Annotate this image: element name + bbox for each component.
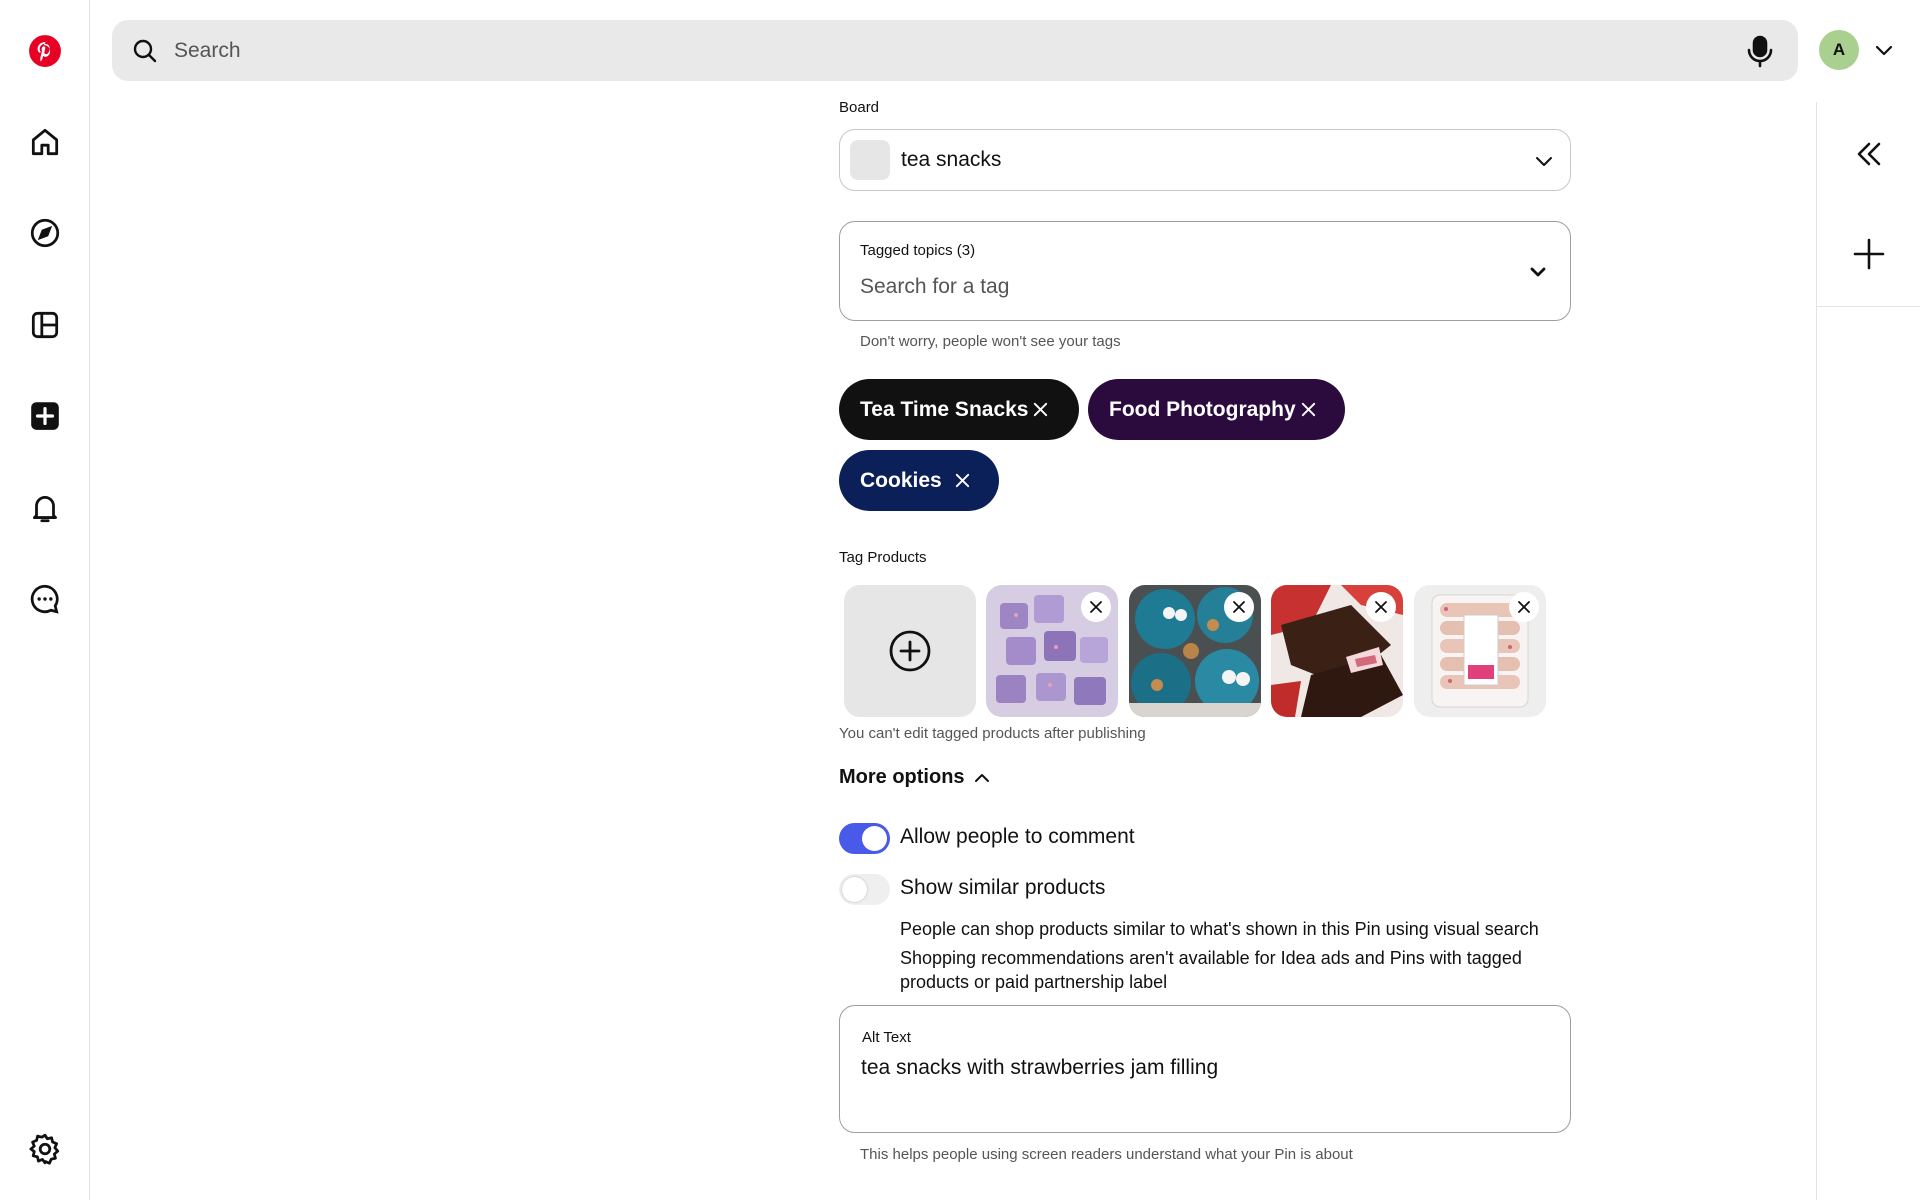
board-dropdown[interactable]: tea snacks <box>839 129 1571 191</box>
pinterest-logo-icon[interactable] <box>21 27 69 75</box>
collapse-drawer-icon[interactable] <box>1847 132 1891 176</box>
search-bar[interactable] <box>112 20 1798 81</box>
left-nav-rail <box>0 0 90 1200</box>
explore-compass-icon[interactable] <box>21 209 69 257</box>
alt-text-input[interactable]: tea snacks with strawberries jam filling <box>861 1056 1218 1080</box>
create-plus-icon[interactable] <box>21 392 69 440</box>
tag-chip-label: Tea Time Snacks <box>860 397 1029 421</box>
product-thumbnail[interactable] <box>986 585 1118 717</box>
chevron-down-icon <box>1536 157 1552 166</box>
allow-comments-toggle[interactable] <box>839 823 890 854</box>
remove-product-button[interactable] <box>1081 592 1111 622</box>
more-options-toggle[interactable]: More options <box>839 766 991 789</box>
remove-tag-icon[interactable] <box>1031 400 1050 419</box>
tag-chip[interactable]: Cookies <box>839 450 999 511</box>
search-icon <box>133 39 157 63</box>
search-input[interactable] <box>162 20 1722 81</box>
close-icon <box>1518 601 1530 613</box>
tagged-topics-label: Tagged topics (3) <box>860 242 976 259</box>
product-thumbnail[interactable] <box>1271 585 1403 717</box>
account-chevron-down-icon[interactable] <box>1872 38 1896 62</box>
close-icon <box>1375 601 1387 613</box>
board-label: Board <box>839 99 880 116</box>
messages-icon[interactable] <box>21 575 69 623</box>
close-icon <box>1090 601 1102 613</box>
add-draft-plus-icon[interactable] <box>1847 232 1891 276</box>
toggle-knob <box>862 826 887 851</box>
microphone-icon[interactable] <box>1744 34 1776 68</box>
close-icon <box>1233 601 1245 613</box>
tag-chip[interactable]: Tea Time Snacks <box>839 379 1079 440</box>
tag-search-input[interactable] <box>860 270 1510 304</box>
product-thumbnail[interactable] <box>1414 585 1546 717</box>
alt-text-helper: This helps people using screen readers u… <box>860 1146 1353 1163</box>
remove-product-button[interactable] <box>1366 592 1396 622</box>
chevron-down-icon[interactable] <box>1528 262 1548 282</box>
remove-product-button[interactable] <box>1224 592 1254 622</box>
settings-gear-icon[interactable] <box>21 1125 69 1173</box>
chevron-up-icon <box>974 773 989 782</box>
add-product-button[interactable] <box>844 585 976 717</box>
notifications-bell-icon[interactable] <box>21 484 69 532</box>
tag-products-helper-text: You can't edit tagged products after pub… <box>839 725 1146 742</box>
remove-tag-icon[interactable] <box>953 471 972 490</box>
home-icon[interactable] <box>21 118 69 166</box>
similar-products-label: Show similar products <box>900 876 1106 899</box>
similar-products-note: Shopping recommendations aren't availabl… <box>900 948 1522 992</box>
tag-chip[interactable]: Food Photography <box>1088 379 1345 440</box>
alt-text-field[interactable]: Alt Text tea snacks with strawberries ja… <box>839 1005 1571 1133</box>
drawer-divider <box>1817 306 1920 307</box>
avatar[interactable]: A <box>1819 30 1859 70</box>
board-thumbnail <box>850 140 890 180</box>
tag-chip-label: Food Photography <box>1109 397 1296 421</box>
similar-products-toggle[interactable] <box>839 874 890 905</box>
allow-comments-label: Allow people to comment <box>900 825 1135 848</box>
tag-chip-label: Cookies <box>860 468 942 492</box>
add-circle-icon <box>889 630 931 672</box>
more-options-label: More options <box>839 766 965 788</box>
toggle-knob <box>842 877 867 902</box>
tag-products-label: Tag Products <box>839 549 927 566</box>
product-thumbnail[interactable] <box>1129 585 1261 717</box>
tagged-topics-field[interactable]: Tagged topics (3) <box>839 221 1571 321</box>
right-drawer <box>1816 102 1920 1200</box>
boards-icon[interactable] <box>21 301 69 349</box>
remove-tag-icon[interactable] <box>1299 400 1318 419</box>
board-name: tea snacks <box>901 148 1002 171</box>
remove-product-button[interactable] <box>1509 592 1539 622</box>
tag-helper-text: Don't worry, people won't see your tags <box>860 333 1121 350</box>
similar-products-desc: People can shop products similar to what… <box>900 919 1539 939</box>
alt-text-label: Alt Text <box>862 1029 911 1046</box>
